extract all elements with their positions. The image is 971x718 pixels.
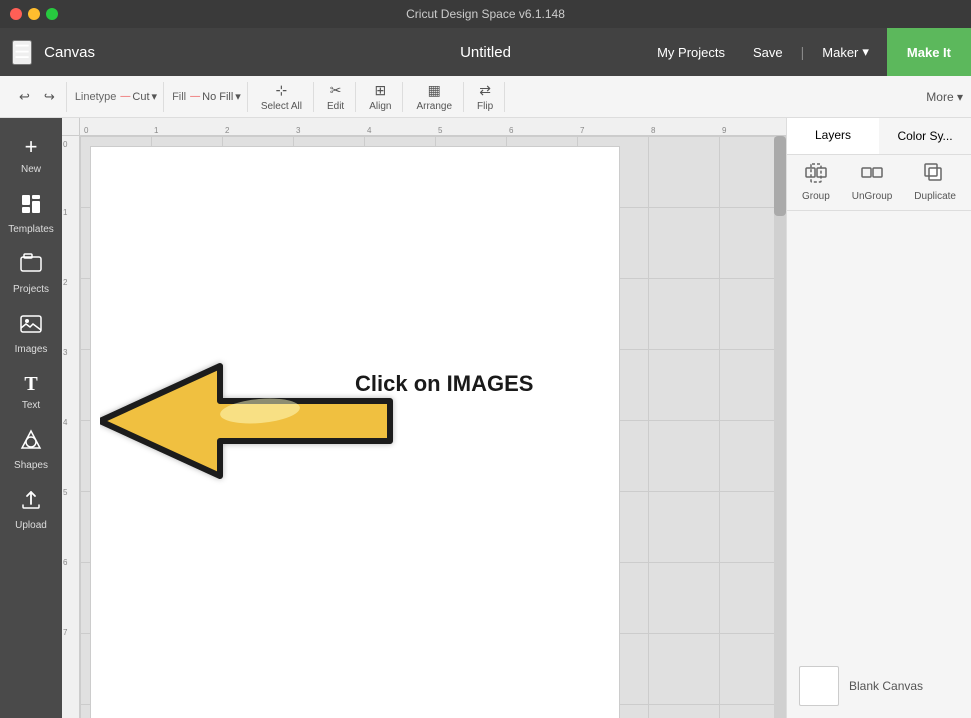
blank-canvas-thumbnail	[799, 666, 839, 706]
ruler-horizontal: 0 1 2 3 4 5 6 7 8 9	[80, 118, 786, 136]
flip-icon: ⇄	[479, 82, 491, 99]
vertical-scrollbar[interactable]	[774, 136, 786, 718]
sidebar-item-text[interactable]: T Text	[3, 365, 59, 419]
images-icon	[20, 313, 42, 340]
linetype-group: Linetype — Cut ▾	[69, 82, 164, 112]
layer-list-area	[787, 211, 971, 654]
undo-icon: ↩	[19, 89, 30, 105]
new-icon: +	[25, 134, 38, 160]
sidebar-item-upload[interactable]: Upload	[3, 481, 59, 539]
toolbar: ↩ ↪ Linetype — Cut ▾ Fill — No Fill ▾ ⊹ …	[0, 76, 971, 118]
app-title: Cricut Design Space v6.1.148	[406, 7, 565, 21]
right-panel: Layers Color Sy... Group	[786, 118, 971, 718]
ungroup-icon	[861, 163, 883, 188]
text-icon: T	[24, 373, 37, 396]
layer-actions: Group UnGroup Duplicate	[787, 155, 971, 211]
hamburger-menu[interactable]: ☰	[12, 40, 32, 65]
sidebar: + New Templates Projects	[0, 118, 62, 718]
undo-button[interactable]: ↩	[14, 86, 35, 108]
sidebar-item-projects[interactable]: Projects	[3, 245, 59, 303]
fill-chevron: ▾	[235, 90, 241, 103]
right-panel-tabs: Layers Color Sy...	[787, 118, 971, 155]
save-button[interactable]: Save	[743, 39, 793, 66]
align-button[interactable]: ⊞ Align	[364, 79, 396, 115]
arrange-button[interactable]: ▦ Arrange	[411, 79, 457, 115]
select-all-icon: ⊹	[276, 82, 288, 99]
linetype-label: Linetype	[75, 91, 117, 103]
window-controls	[10, 8, 58, 20]
fill-select[interactable]: — No Fill ▾	[190, 90, 241, 103]
group-icon	[805, 163, 827, 188]
flip-group: ⇄ Flip	[466, 82, 505, 112]
flip-button[interactable]: ⇄ Flip	[472, 79, 498, 115]
ruler-vertical: 0 1 2 3 4 5 6 7	[62, 118, 80, 718]
annotation: Click on IMAGES	[100, 356, 400, 491]
edit-group: ✂ Edit	[316, 82, 356, 112]
fill-label: Fill	[172, 91, 186, 103]
duplicate-button[interactable]: Duplicate	[914, 163, 956, 202]
group-button[interactable]: Group	[802, 163, 830, 202]
undo-redo-group: ↩ ↪	[8, 82, 67, 112]
chevron-down-icon: ▾	[862, 44, 869, 60]
linetype-color: —	[120, 91, 130, 102]
shapes-icon	[20, 429, 42, 456]
maximize-button[interactable]	[46, 8, 58, 20]
ruler-corner	[62, 118, 80, 136]
more-button[interactable]: More ▾	[926, 90, 963, 104]
align-group: ⊞ Align	[358, 82, 403, 112]
maker-button[interactable]: Maker ▾	[812, 38, 879, 66]
sidebar-item-new[interactable]: + New	[3, 126, 59, 183]
canvas-label: Canvas	[44, 44, 95, 61]
templates-icon	[20, 193, 42, 220]
main-area: + New Templates Projects	[0, 118, 971, 718]
arrange-group: ▦ Arrange	[405, 82, 464, 112]
nav-divider: |	[801, 44, 805, 60]
make-it-button[interactable]: Make It	[887, 28, 971, 76]
sidebar-item-shapes[interactable]: Shapes	[3, 421, 59, 479]
redo-icon: ↪	[44, 89, 55, 105]
edit-button[interactable]: ✂ Edit	[322, 79, 349, 115]
tab-layers[interactable]: Layers	[787, 118, 879, 154]
redo-button[interactable]: ↪	[39, 86, 60, 108]
projects-icon	[20, 253, 42, 280]
align-icon: ⊞	[374, 82, 386, 99]
linetype-select[interactable]: — Cut ▾	[120, 90, 157, 103]
project-title: Untitled	[460, 44, 511, 61]
sidebar-new-label: New	[21, 164, 41, 175]
blank-canvas-label: Blank Canvas	[849, 679, 923, 693]
title-bar: Cricut Design Space v6.1.148	[0, 0, 971, 28]
sidebar-upload-label: Upload	[15, 520, 47, 531]
tab-color-sync[interactable]: Color Sy...	[879, 118, 971, 154]
canvas-area[interactable]: 0 1 2 3 4 5 6 7 8 9 0 1 2 3 4 5 6 7	[62, 118, 786, 718]
nav-right: My Projects Save | Maker ▾ Make It	[647, 28, 971, 76]
fill-color: —	[190, 91, 200, 102]
sidebar-shapes-label: Shapes	[14, 460, 48, 471]
fill-group: Fill — No Fill ▾	[166, 82, 248, 112]
my-projects-button[interactable]: My Projects	[647, 39, 735, 66]
select-all-button[interactable]: ⊹ Select All	[256, 79, 307, 115]
ungroup-button[interactable]: UnGroup	[852, 163, 893, 202]
minimize-button[interactable]	[28, 8, 40, 20]
annotation-text: Click on IMAGES	[355, 371, 533, 397]
sidebar-text-label: Text	[22, 400, 40, 411]
scrollbar-thumb[interactable]	[774, 136, 786, 216]
duplicate-icon	[924, 163, 946, 188]
canvas-content[interactable]: Click on IMAGES	[80, 136, 786, 718]
blank-canvas-area: Blank Canvas	[787, 654, 971, 718]
sidebar-images-label: Images	[15, 344, 48, 355]
close-button[interactable]	[10, 8, 22, 20]
top-nav: ☰ Canvas Untitled My Projects Save | Mak…	[0, 28, 971, 76]
linetype-chevron: ▾	[152, 90, 158, 103]
edit-icon: ✂	[330, 82, 342, 99]
sidebar-item-templates[interactable]: Templates	[3, 185, 59, 243]
sidebar-item-images[interactable]: Images	[3, 305, 59, 363]
arrange-icon: ▦	[428, 82, 441, 99]
sidebar-projects-label: Projects	[13, 284, 49, 295]
sidebar-templates-label: Templates	[8, 224, 54, 235]
select-all-group: ⊹ Select All	[250, 82, 314, 112]
upload-icon	[20, 489, 42, 516]
